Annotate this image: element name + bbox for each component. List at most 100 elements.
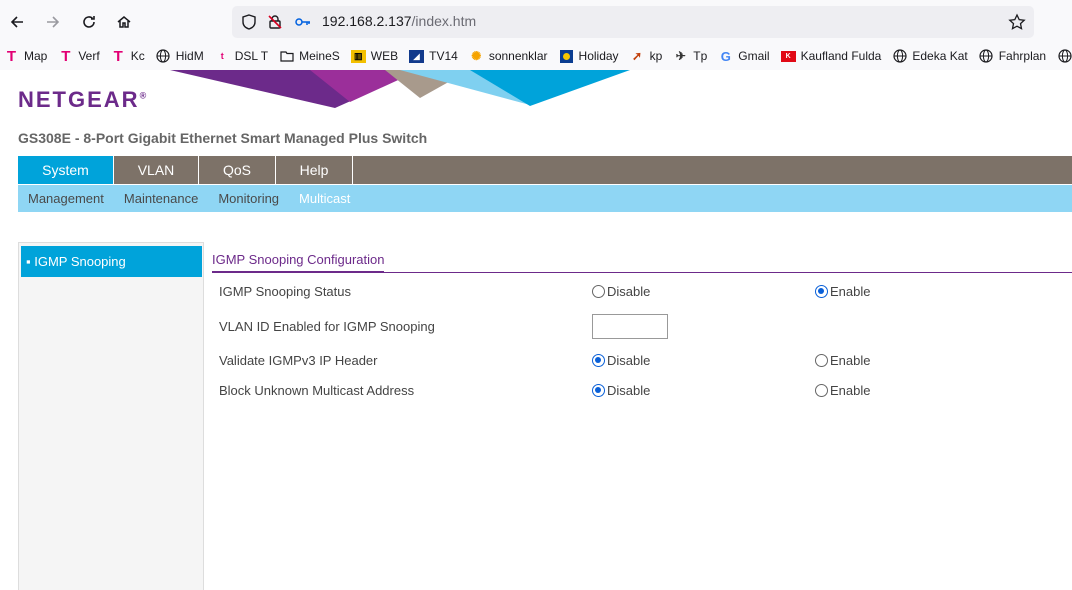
telekom-t-icon: T <box>61 47 71 65</box>
bookmark-item[interactable]: Edeka Kat <box>892 49 968 64</box>
block-enable-option[interactable]: Enable <box>815 383 870 398</box>
bookmark-item[interactable]: ◢ TV14 <box>409 49 458 64</box>
bookmark-label: Holiday <box>578 49 619 63</box>
igmp-status-disable-radio[interactable] <box>592 285 605 298</box>
reload-icon[interactable] <box>78 11 100 33</box>
bookmark-label: Kc <box>130 49 145 63</box>
section-divider <box>212 272 1072 273</box>
kaufland-icon: K <box>780 49 796 64</box>
star-icon[interactable] <box>1008 13 1026 31</box>
bookmark-label: HidM <box>175 49 204 63</box>
bookmark-label: Gmail <box>738 49 770 63</box>
telekom-t-icon: T <box>113 47 123 65</box>
globe-icon <box>892 49 907 64</box>
vlan-id-label: VLAN ID Enabled for IGMP Snooping <box>219 319 435 334</box>
block-unknown-multicast-label: Block Unknown Multicast Address <box>219 383 415 398</box>
arrow-icon: ➚ <box>632 49 643 63</box>
radio-label: Enable <box>830 284 871 299</box>
bookmark-label: DSL T <box>234 49 269 63</box>
globe-icon <box>1057 49 1072 64</box>
bookmark-label: Fahrplan <box>998 49 1047 63</box>
sub-nav: Management Maintenance Monitoring Multic… <box>18 185 1072 212</box>
block-enable-radio[interactable] <box>815 384 828 397</box>
bookmark-label: WEB <box>370 49 399 63</box>
bookmark-item[interactable]: G Gmail <box>718 49 770 64</box>
igmp-status-enable-option[interactable]: Enable <box>815 284 870 299</box>
bookmark-label: MeineS <box>299 49 340 63</box>
subtab-monitoring[interactable]: Monitoring <box>218 191 279 206</box>
bookmark-label: Verf <box>78 49 100 63</box>
section-title: IGMP Snooping Configuration <box>212 252 385 273</box>
block-disable-radio[interactable] <box>592 384 605 397</box>
tv14-icon: ◢ <box>409 49 425 64</box>
bookmark-label: Tp <box>693 49 708 63</box>
address-bar[interactable]: 192.168.2.137/index.htm <box>232 6 1034 38</box>
bookmark-item[interactable]: MeineS <box>279 49 340 64</box>
block-disable-option[interactable]: Disable <box>592 383 650 398</box>
bookmark-label: Edeka Kat <box>912 49 968 63</box>
radio-label: Enable <box>830 353 871 368</box>
browser-toolbar: 192.168.2.137/index.htm <box>0 0 1072 42</box>
tab-system[interactable]: System <box>18 156 114 184</box>
validate-enable-option[interactable]: Enable <box>815 353 870 368</box>
sidebar-item-igmp-snooping[interactable]: ▪ IGMP Snooping <box>21 246 202 277</box>
main-nav: System VLAN QoS Help <box>18 156 1072 184</box>
bookmark-item[interactable]: T Verf <box>58 47 100 65</box>
tab-qos[interactable]: QoS <box>199 156 276 184</box>
home-icon[interactable] <box>113 11 135 33</box>
sidebar: ▪ IGMP Snooping <box>18 242 204 590</box>
globe-icon <box>156 49 171 64</box>
subtab-multicast[interactable]: Multicast <box>299 191 350 206</box>
radio-label: Disable <box>607 383 651 398</box>
bookmark-overflow-globe[interactable] <box>1057 49 1072 64</box>
globe-icon <box>979 49 994 64</box>
url-host: 192.168.2.137 <box>322 13 412 29</box>
bookmark-item[interactable]: ✈ Tp <box>673 49 708 64</box>
igmp-status-label: IGMP Snooping Status <box>219 284 352 299</box>
subtab-maintenance[interactable]: Maintenance <box>124 191 198 206</box>
url-text[interactable]: 192.168.2.137/index.htm <box>322 13 476 29</box>
bookmark-item[interactable]: HidM <box>156 49 204 64</box>
sun-icon: ✺ <box>471 49 482 63</box>
bookmark-item[interactable]: t DSL T <box>215 49 268 64</box>
radio-label: Disable <box>607 353 651 368</box>
product-title: GS308E - 8-Port Gigabit Ethernet Smart M… <box>18 130 428 146</box>
tab-help[interactable]: Help <box>276 156 353 184</box>
bookmark-label: sonnenklar <box>488 49 548 63</box>
bookmark-item[interactable]: Fahrplan <box>979 49 1046 64</box>
bookmark-item[interactable]: ✺ sonnenklar <box>469 49 548 64</box>
bookmark-label: Map <box>24 49 48 63</box>
folder-icon <box>279 49 294 64</box>
bookmark-label: Kaufland Fulda <box>800 49 882 63</box>
logo-text: NETGEAR <box>18 87 140 112</box>
insecure-lock-icon[interactable] <box>266 13 284 31</box>
back-arrow-icon[interactable] <box>6 11 28 33</box>
bookmark-item[interactable]: ▥ WEB <box>350 49 399 64</box>
small-t-icon: t <box>220 51 224 61</box>
netgear-page: NETGEAR® GS308E - 8-Port Gigabit Etherne… <box>0 70 1072 590</box>
shield-icon[interactable] <box>240 13 258 31</box>
tab-vlan[interactable]: VLAN <box>114 156 199 184</box>
vlan-id-input[interactable] <box>592 314 668 339</box>
bookmark-item[interactable]: ➚ kp <box>630 49 662 64</box>
bookmark-item[interactable]: T Map <box>4 47 48 65</box>
igmp-status-disable-option[interactable]: Disable <box>592 284 650 299</box>
key-icon[interactable] <box>294 13 312 31</box>
telekom-t-icon: T <box>6 47 17 65</box>
validate-igmpv3-label: Validate IGMPv3 IP Header <box>219 353 378 368</box>
bookmark-item[interactable]: T Kc <box>111 47 145 65</box>
subtab-management[interactable]: Management <box>28 191 104 206</box>
bookmark-item[interactable]: K Kaufland Fulda <box>780 49 882 64</box>
holiday-icon <box>559 49 574 64</box>
igmp-status-enable-radio[interactable] <box>815 285 828 298</box>
validate-enable-radio[interactable] <box>815 354 828 367</box>
web-icon: ▥ <box>350 49 366 64</box>
validate-disable-option[interactable]: Disable <box>592 353 650 368</box>
radio-label: Disable <box>607 284 651 299</box>
validate-disable-radio[interactable] <box>592 354 605 367</box>
bookmark-item[interactable]: Holiday <box>559 49 619 64</box>
netgear-logo: NETGEAR® <box>18 87 149 112</box>
forward-arrow-icon[interactable] <box>42 11 64 33</box>
url-path: /index.htm <box>411 13 477 29</box>
bookmarks-bar: T Map T Verf T Kc HidM t DSL T MeineS ▥ WEB ◢ TV14 ✺ so… <box>0 42 1072 70</box>
